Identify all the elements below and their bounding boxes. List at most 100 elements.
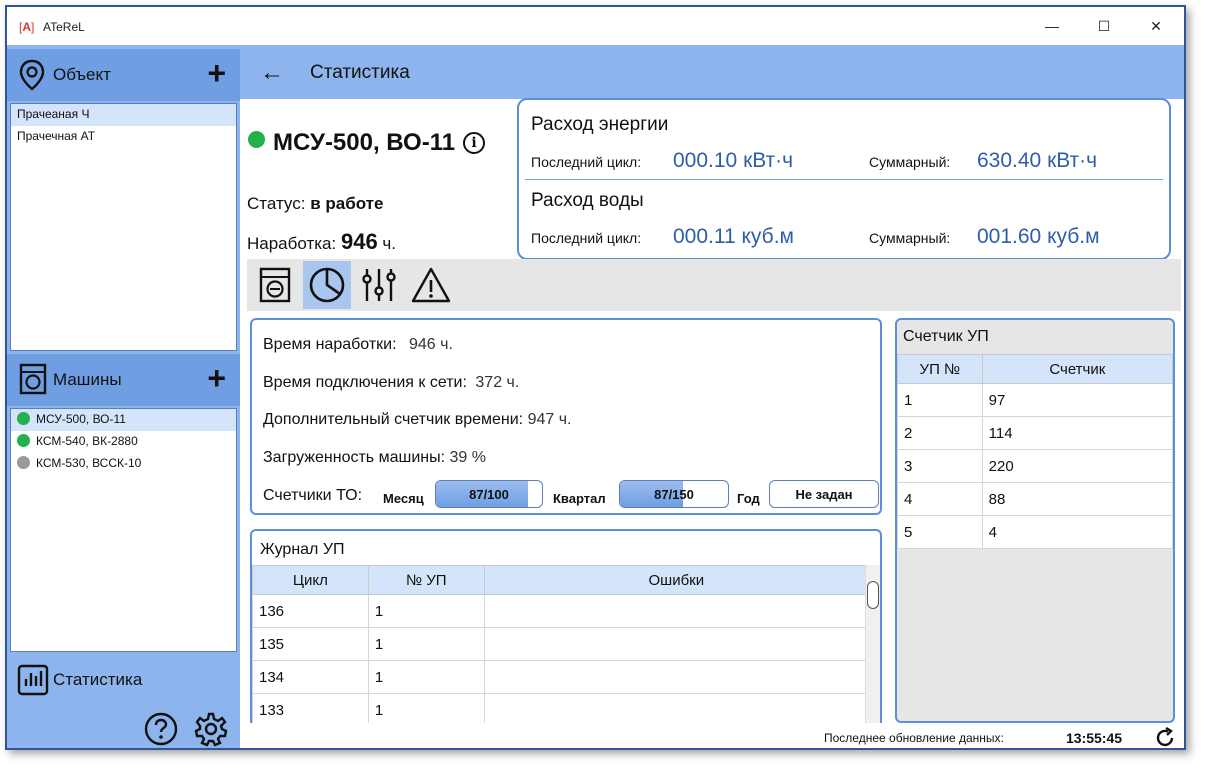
machine-item[interactable]: КСМ-540, ВК-2880 bbox=[11, 431, 236, 453]
cell: 134 bbox=[252, 660, 369, 694]
to-counters-label: Счетчики ТО: bbox=[263, 487, 363, 504]
table-row[interactable]: 4 88 bbox=[897, 482, 1173, 516]
machine-title: МСУ-500, ВО-11 i bbox=[248, 129, 486, 157]
sidebar: Объект + Прачеаная Ч Прачечная АТ Машины… bbox=[7, 45, 240, 748]
machine-item[interactable]: КСМ-530, ВССК-10 bbox=[11, 453, 236, 475]
add-machine-button[interactable]: + bbox=[207, 362, 226, 394]
cell: 5 bbox=[897, 515, 983, 549]
info-icon[interactable]: i bbox=[463, 132, 486, 154]
machine-name: МСУ-500, ВО-11 bbox=[273, 129, 456, 156]
cell: 135 bbox=[252, 627, 369, 661]
program-counter-panel: Счетчик УП УП № Счетчик 1 97 2 114 3 220 48… bbox=[895, 318, 1175, 723]
objects-header-label: Объект bbox=[53, 65, 111, 84]
page-header: ← Статистика bbox=[240, 45, 1184, 99]
runtime-label: Наработка: bbox=[247, 234, 337, 253]
cell: 2 bbox=[897, 416, 983, 450]
cell: 1 bbox=[897, 383, 983, 417]
journal-title: Журнал УП bbox=[260, 541, 345, 558]
refresh-icon[interactable] bbox=[1154, 727, 1176, 749]
column-header[interactable]: № УП bbox=[367, 565, 485, 595]
cell: 220 bbox=[981, 449, 1173, 483]
table-row[interactable]: 135 1 bbox=[252, 627, 870, 661]
close-button[interactable]: ✕ bbox=[1141, 15, 1171, 37]
status-label: Статус: bbox=[247, 194, 306, 213]
water-last-label: Последний цикл: bbox=[531, 230, 642, 246]
table-row[interactable]: 2 114 bbox=[897, 416, 1173, 450]
cell bbox=[483, 660, 870, 694]
table-row[interactable]: 3 220 bbox=[897, 449, 1173, 483]
sliders-icon bbox=[362, 269, 396, 301]
maximize-button[interactable]: ☐ bbox=[1089, 15, 1119, 37]
settings-gear-icon[interactable] bbox=[193, 711, 229, 747]
scrollbar-thumb[interactable] bbox=[867, 581, 879, 609]
energy-total-value: 630.40 кВт·ч bbox=[977, 149, 1098, 172]
column-header[interactable]: Цикл bbox=[252, 565, 369, 595]
metric-label: Дополнительный счетчик времени: bbox=[263, 411, 524, 428]
status-dot-icon bbox=[248, 131, 265, 148]
objects-list: Прачеаная Ч Прачечная АТ bbox=[10, 103, 237, 351]
machine-item-label: КСМ-530, ВССК-10 bbox=[36, 456, 142, 470]
cell: 1 bbox=[367, 660, 485, 694]
runtime-value: 946 bbox=[340, 229, 378, 254]
column-header[interactable]: УП № bbox=[897, 354, 983, 384]
quarter-label: Квартал bbox=[553, 491, 606, 506]
machines-header: Машины + bbox=[7, 354, 240, 406]
cell: 4 bbox=[981, 515, 1173, 549]
cell: 4 bbox=[897, 482, 983, 516]
cell bbox=[483, 627, 870, 661]
statistics-label: Статистика bbox=[53, 670, 143, 689]
pie-chart-icon bbox=[309, 267, 345, 303]
tab-settings[interactable] bbox=[355, 261, 403, 309]
journal-panel: Журнал УП Цикл № УП Ошибки 136 1 135 1 1… bbox=[250, 529, 882, 723]
cell: 1 bbox=[367, 693, 485, 723]
machines-list: МСУ-500, ВО-11 КСМ-540, ВК-2880 КСМ-530,… bbox=[10, 408, 237, 652]
back-arrow-icon[interactable]: ← bbox=[260, 59, 284, 87]
column-header[interactable]: Счетчик bbox=[981, 354, 1173, 384]
table-row[interactable]: 136 1 bbox=[252, 594, 870, 628]
washing-machine-icon bbox=[19, 363, 47, 395]
month-counter-value: 87/100 bbox=[469, 487, 509, 502]
help-icon[interactable] bbox=[143, 711, 179, 747]
table-row[interactable]: 1 97 bbox=[897, 383, 1173, 417]
column-header[interactable]: Ошибки bbox=[483, 565, 870, 595]
last-update-label: Последнее обновление данных: bbox=[824, 731, 1004, 745]
washing-machine-icon bbox=[259, 267, 291, 303]
year-label: Год bbox=[737, 491, 760, 506]
tab-machine[interactable] bbox=[251, 261, 299, 309]
object-item[interactable]: Прачечная АТ bbox=[11, 126, 236, 148]
table-row[interactable]: 134 1 bbox=[252, 660, 870, 694]
tab-statistics[interactable] bbox=[303, 261, 351, 309]
sidebar-item-statistics[interactable]: Статистика bbox=[7, 654, 240, 706]
water-last-value: 000.11 куб.м bbox=[673, 225, 794, 248]
machine-item-label: МСУ-500, ВО-11 bbox=[36, 412, 126, 426]
counter-header-row: УП № Счетчик bbox=[897, 354, 1173, 384]
metric-label: Время подключения к сети: bbox=[263, 374, 467, 391]
water-total-label: Суммарный: bbox=[869, 230, 951, 246]
energy-last-label: Последний цикл: bbox=[531, 154, 642, 170]
load-metric: Загруженность машины: 39 % bbox=[263, 449, 486, 467]
object-item[interactable]: Прачеаная Ч bbox=[11, 104, 236, 126]
table-row[interactable]: 54 bbox=[897, 515, 1173, 549]
metric-value: 372 ч. bbox=[475, 374, 520, 391]
quarter-counter-value: 87/150 bbox=[654, 487, 694, 502]
journal-scrollbar[interactable] bbox=[865, 565, 880, 723]
water-title: Расход воды bbox=[531, 190, 644, 211]
month-counter: 87/100 bbox=[435, 480, 543, 508]
divider bbox=[525, 179, 1163, 180]
minimize-button[interactable]: — bbox=[1037, 15, 1067, 37]
consumption-panel: Расход энергии Последний цикл: 000.10 кВ… bbox=[517, 98, 1171, 260]
add-object-button[interactable]: + bbox=[207, 57, 226, 89]
status-bar: Последнее обновление данных: 13:55:45 bbox=[240, 723, 1184, 749]
energy-last-value: 000.10 кВт·ч bbox=[673, 149, 794, 172]
tab-errors[interactable] bbox=[407, 261, 455, 309]
runtime-unit: ч. bbox=[382, 234, 397, 253]
machine-item[interactable]: МСУ-500, ВО-11 bbox=[11, 409, 236, 431]
metric-value: 947 ч. bbox=[527, 411, 572, 428]
app-logo-icon: [A] bbox=[19, 20, 35, 34]
cell bbox=[483, 594, 870, 628]
app-window: [A] ATeReL — ☐ ✕ Объект + Прачеаная Ч Пр… bbox=[5, 5, 1186, 750]
metric-label: Загруженность машины: bbox=[263, 449, 446, 466]
cell: 97 bbox=[981, 383, 1173, 417]
location-pin-icon bbox=[19, 59, 45, 91]
table-row[interactable]: 133 1 bbox=[252, 693, 870, 723]
